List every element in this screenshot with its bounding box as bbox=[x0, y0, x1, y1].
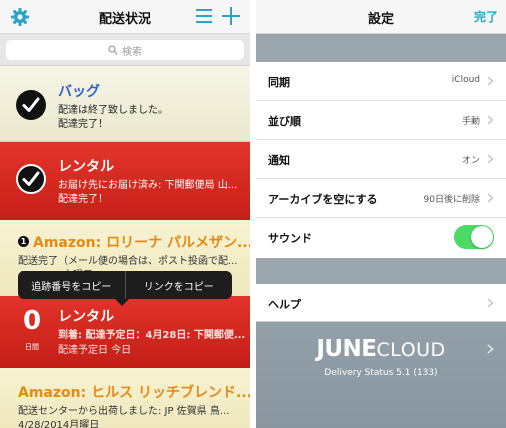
chevron-right-icon bbox=[487, 154, 494, 164]
delivery-title: レンタル bbox=[58, 309, 114, 325]
settings-row-archive[interactable]: アーカイブを空にする 90日後に削除 bbox=[256, 179, 506, 218]
settings-value: iCloud bbox=[451, 75, 480, 85]
days-unit: 日間 bbox=[25, 343, 39, 351]
done-button[interactable]: 完了 bbox=[474, 8, 498, 25]
delivery-title: バッグ bbox=[58, 84, 100, 100]
help-label: ヘルプ bbox=[268, 298, 301, 311]
settings-label: 通知 bbox=[268, 154, 290, 167]
settings-screen: 設定 完了 同期 iCloud 並び順 手動 通知 オン アーカイブを空にする … bbox=[256, 0, 506, 428]
settings-row-help[interactable]: ヘルプ bbox=[256, 284, 506, 322]
delivery-substatus: 配達完了！ bbox=[58, 194, 108, 205]
toggle-knob bbox=[471, 226, 493, 248]
copy-tracking-button[interactable]: 追跡番号をコピー bbox=[18, 278, 125, 293]
delivery-row[interactable]: 0 日間 レンタル 到着: 配達予定日：4月28日: 下関郵便... 配達予定日… bbox=[0, 296, 250, 368]
page-title: 配送状況 bbox=[98, 12, 151, 27]
delivery-status: 配送センターから出荷しました: JP 佐賀県 鳥... bbox=[18, 406, 230, 417]
delivery-eta: 配達予定日 今日 bbox=[58, 345, 132, 356]
deliveries-nav-bar: 配送状況 bbox=[0, 0, 250, 34]
chevron-right-icon bbox=[487, 115, 494, 125]
delivery-status: お届け先にお届け済み: 下関郵便局 山... bbox=[58, 180, 238, 191]
settings-title: 設定 bbox=[367, 12, 394, 27]
delivery-substatus: 配達完了！ bbox=[58, 119, 108, 130]
settings-nav-bar: 設定 完了 bbox=[256, 0, 506, 34]
delivery-row[interactable]: レンタル お届け先にお届け済み: 下関郵便局 山... 配達完了！ bbox=[0, 142, 250, 220]
delivery-row[interactable]: バッグ 配達は終了致しました。 配達完了！ bbox=[0, 66, 250, 142]
search-placeholder: 検索 bbox=[122, 46, 142, 58]
chevron-right-icon bbox=[487, 193, 494, 203]
popup-arrow bbox=[115, 299, 129, 306]
delivery-row[interactable]: Amazon: ヒルス リッチブレンド... 配送センターから出荷しました: J… bbox=[0, 368, 250, 428]
delivery-status: 配送完了（メール便の場合は、ポスト投函で配... bbox=[18, 256, 238, 267]
settings-row-notifications[interactable]: 通知 オン bbox=[256, 140, 506, 179]
settings-label: 並び順 bbox=[268, 115, 301, 128]
chevron-right-icon bbox=[487, 76, 494, 86]
checkmark-icon bbox=[16, 90, 46, 120]
copy-popup-menu: 追跡番号をコピー リンクをコピー bbox=[18, 271, 232, 299]
delivery-status: 配達は終了致しました。 bbox=[58, 105, 168, 116]
settings-value: オン bbox=[461, 156, 480, 166]
settings-label: アーカイブを空にする bbox=[268, 193, 378, 206]
settings-row-sync[interactable]: 同期 iCloud bbox=[256, 62, 506, 101]
sound-toggle[interactable] bbox=[454, 225, 494, 249]
count-badge: 1 bbox=[18, 236, 29, 247]
settings-row-sort[interactable]: 並び順 手動 bbox=[256, 101, 506, 140]
search-input[interactable]: 検索 bbox=[6, 40, 244, 60]
about-row[interactable]: JUNECLOUD Delivery Status 5.1 (133) bbox=[256, 322, 506, 428]
search-icon bbox=[108, 45, 118, 55]
checkmark-icon bbox=[16, 164, 46, 194]
copy-link-button[interactable]: リンクをコピー bbox=[126, 278, 233, 293]
search-bar: 検索 bbox=[0, 34, 250, 66]
menu-icon[interactable] bbox=[196, 8, 212, 24]
chevron-right-icon bbox=[487, 298, 494, 308]
settings-label: サウンド bbox=[268, 232, 312, 245]
settings-group: 同期 iCloud 並び順 手動 通知 オン アーカイブを空にする 90日後に削… bbox=[256, 62, 506, 258]
settings-value: 90日後に削除 bbox=[423, 195, 480, 205]
junecloud-logo: JUNECLOUD bbox=[316, 336, 446, 362]
plus-icon[interactable] bbox=[222, 7, 240, 25]
delivery-title: レンタル bbox=[58, 159, 114, 175]
delivery-title: Amazon: ヒルス リッチブレンド... bbox=[18, 385, 250, 401]
delivery-status: 到着: 配達予定日：4月28日: 下関郵便... bbox=[58, 330, 246, 341]
app-version: Delivery Status 5.1 (133) bbox=[324, 368, 438, 378]
days-count: 0 bbox=[22, 306, 42, 336]
delivery-title: Amazon: ロリーナ パルメザン... bbox=[33, 235, 250, 251]
settings-label: 同期 bbox=[268, 76, 290, 89]
settings-value: 手動 bbox=[461, 117, 480, 127]
delivery-date: 4/28/2014月曜日 bbox=[18, 420, 100, 428]
settings-row-sound: サウンド bbox=[256, 218, 506, 257]
chevron-right-icon bbox=[487, 344, 494, 354]
deliveries-screen: 配送状況 検索 バッグ 配達は終了致しました。 配達完了！ レンタル お届け先に… bbox=[0, 0, 250, 428]
